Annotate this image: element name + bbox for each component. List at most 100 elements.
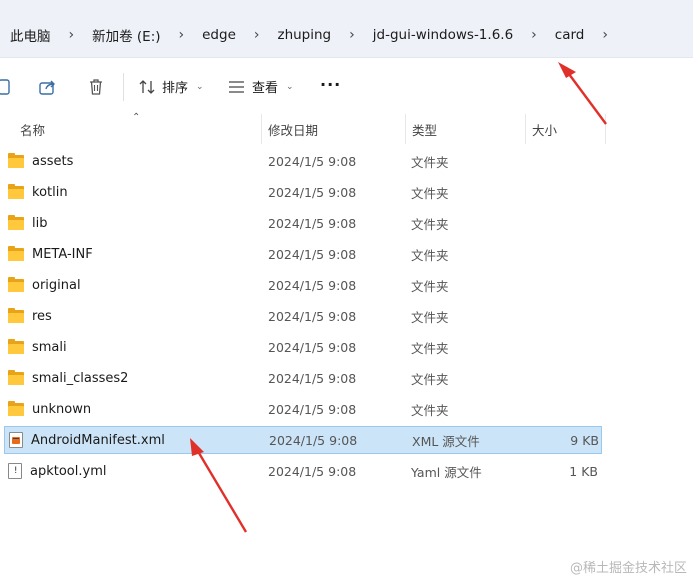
column-header-name[interactable]: 名称 — [14, 114, 262, 144]
breadcrumb-item-edge[interactable]: edge — [198, 27, 240, 43]
breadcrumb-item-card[interactable]: card — [551, 27, 589, 43]
sort-icon — [139, 79, 155, 94]
file-date: 2024/1/5 9:08 — [268, 215, 357, 231]
list-item[interactable]: unknown 2024/1/5 9:08 文件夹 — [4, 395, 602, 423]
column-header-date[interactable]: 修改日期 — [262, 114, 406, 144]
watermark: @稀土掘金技术社区 — [569, 561, 687, 576]
file-name: AndroidManifest.xml — [31, 432, 165, 448]
list-item[interactable]: assets 2024/1/5 9:08 文件夹 — [4, 147, 602, 175]
file-date: 2024/1/5 9:08 — [268, 246, 357, 262]
file-name: res — [32, 308, 52, 324]
file-name-cell: META-INF — [8, 245, 93, 262]
file-name-cell: lib — [8, 214, 47, 231]
file-date: 2024/1/5 9:08 — [268, 401, 357, 417]
view-label: 查看 — [252, 81, 279, 96]
column-header-size[interactable]: 大小 — [526, 114, 606, 144]
breadcrumb-separator[interactable]: › — [517, 27, 551, 43]
file-type: 文件夹 — [411, 216, 449, 232]
file-name-cell: kotlin — [8, 183, 68, 200]
file-name-cell: assets — [8, 152, 74, 169]
window-top-strip — [0, 0, 693, 12]
rename-icon[interactable] — [0, 76, 16, 98]
list-item[interactable]: kotlin 2024/1/5 9:08 文件夹 — [4, 178, 602, 206]
view-icon — [229, 80, 244, 93]
folder-icon — [8, 276, 24, 292]
breadcrumb-item-jd-gui[interactable]: jd-gui-windows-1.6.6 — [369, 27, 517, 43]
column-header: ⌃ 名称 修改日期 类型 大小 — [0, 112, 693, 144]
file-type: XML 源文件 — [412, 433, 480, 449]
breadcrumb-separator[interactable]: › — [240, 27, 274, 43]
file-type: 文件夹 — [411, 309, 449, 325]
command-bar: 排序 ⌄ 查看 ⌄ ··· — [0, 59, 693, 114]
breadcrumb-separator[interactable]: › — [55, 27, 89, 43]
folder-icon — [8, 307, 24, 323]
file-name-cell: smali — [8, 338, 67, 355]
file-name-cell: original — [8, 276, 81, 293]
file-size: 9 KB — [570, 432, 599, 448]
file-name: smali — [32, 339, 67, 355]
folder-icon — [8, 183, 24, 199]
file-name-cell: smali_classes2 — [8, 369, 129, 386]
file-name: original — [32, 277, 81, 293]
folder-icon — [8, 245, 24, 261]
file-type: 文件夹 — [411, 278, 449, 294]
file-type: 文件夹 — [411, 402, 449, 418]
folder-icon — [8, 152, 24, 168]
file-date: 2024/1/5 9:08 — [268, 277, 357, 293]
breadcrumb-separator[interactable]: › — [588, 27, 622, 43]
file-date: 2024/1/5 9:08 — [268, 463, 357, 479]
list-item[interactable]: smali 2024/1/5 9:08 文件夹 — [4, 333, 602, 361]
sort-label: 排序 — [162, 81, 189, 96]
file-type: 文件夹 — [411, 340, 449, 356]
breadcrumb-item-zhuping[interactable]: zhuping — [273, 27, 335, 43]
file-name-cell: AndroidManifest.xml — [9, 432, 165, 448]
more-options-button[interactable]: ··· — [320, 75, 341, 94]
file-name-cell: res — [8, 307, 52, 324]
view-button[interactable]: 查看 ⌄ — [228, 77, 294, 96]
file-name: unknown — [32, 401, 92, 417]
chevron-down-icon: ⌄ — [286, 81, 294, 92]
list-item[interactable]: smali_classes2 2024/1/5 9:08 文件夹 — [4, 364, 602, 392]
file-date: 2024/1/5 9:08 — [268, 370, 357, 386]
breadcrumb-item-drive-e[interactable]: 新加卷 (E:) — [88, 25, 164, 45]
yaml-file-icon: ! — [8, 463, 22, 479]
more-options-icon: ··· — [320, 75, 342, 94]
folder-icon — [8, 214, 24, 230]
folder-icon — [8, 369, 24, 385]
list-item-selected[interactable]: AndroidManifest.xml 2024/1/5 9:08 XML 源文… — [4, 426, 602, 454]
breadcrumb-separator[interactable]: › — [335, 27, 369, 43]
file-date: 2024/1/5 9:08 — [268, 308, 357, 324]
file-name: kotlin — [32, 184, 68, 200]
file-name: smali_classes2 — [32, 370, 129, 386]
file-name: assets — [32, 153, 74, 169]
column-name-label: 名称 — [20, 122, 46, 138]
list-item[interactable]: ! apktool.yml 2024/1/5 9:08 Yaml 源文件 1 K… — [4, 457, 602, 485]
folder-icon — [8, 400, 24, 416]
file-type: Yaml 源文件 — [411, 464, 482, 480]
delete-icon[interactable] — [85, 76, 107, 98]
file-name: META-INF — [32, 246, 93, 262]
toolbar-divider — [123, 73, 124, 101]
breadcrumb-separator[interactable]: › — [165, 27, 199, 43]
file-date: 2024/1/5 9:08 — [268, 339, 357, 355]
list-item[interactable]: res 2024/1/5 9:08 文件夹 — [4, 302, 602, 330]
file-name: apktool.yml — [30, 463, 107, 479]
file-size: 1 KB — [569, 463, 598, 479]
chevron-down-icon: ⌄ — [196, 81, 204, 92]
file-type: 文件夹 — [411, 185, 449, 201]
share-icon[interactable] — [37, 76, 59, 98]
file-name-cell: ! apktool.yml — [8, 463, 106, 479]
breadcrumb: 此电脑 › 新加卷 (E:) › edge › zhuping › jd-gui… — [0, 12, 693, 58]
column-header-type[interactable]: 类型 — [406, 114, 526, 144]
sort-button[interactable]: 排序 ⌄ — [138, 77, 204, 96]
file-type: 文件夹 — [411, 154, 449, 170]
file-date: 2024/1/5 9:08 — [269, 432, 358, 448]
column-size-label: 大小 — [532, 122, 558, 138]
list-item[interactable]: original 2024/1/5 9:08 文件夹 — [4, 271, 602, 299]
xml-file-icon — [9, 432, 23, 448]
file-date: 2024/1/5 9:08 — [268, 153, 357, 169]
breadcrumb-item-this-pc[interactable]: 此电脑 — [6, 25, 55, 45]
list-item[interactable]: lib 2024/1/5 9:08 文件夹 — [4, 209, 602, 237]
file-name-cell: unknown — [8, 400, 92, 417]
list-item[interactable]: META-INF 2024/1/5 9:08 文件夹 — [4, 240, 602, 268]
